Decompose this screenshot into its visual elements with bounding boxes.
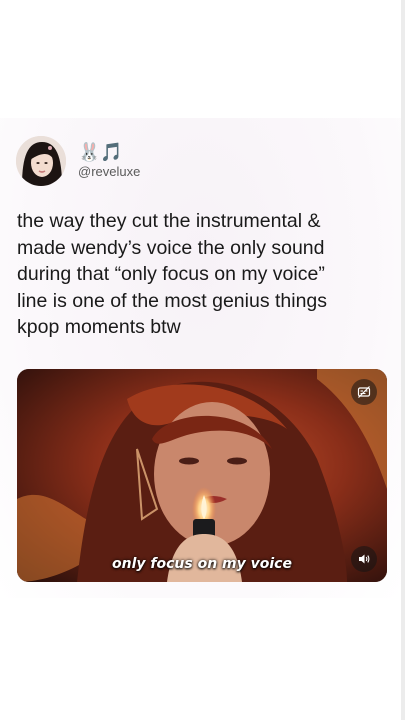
video-subtitle: only focus on my voice xyxy=(112,556,292,572)
sound-toggle-button[interactable] xyxy=(351,546,377,572)
tweet-text: the way they cut the instrumental & made… xyxy=(17,210,328,338)
speaker-icon xyxy=(359,554,370,564)
user-handle[interactable]: @reveluxe xyxy=(78,164,140,180)
tweet-video[interactable]: only focus on my voice xyxy=(17,369,387,582)
page-edge xyxy=(401,0,405,720)
avatar[interactable] xyxy=(16,136,66,186)
display-name: 🐰🎵 xyxy=(78,142,123,162)
captions-toggle-button[interactable] xyxy=(351,379,377,405)
video-frame xyxy=(17,369,387,582)
tweet-header: 🐰🎵 @reveluxe xyxy=(16,136,376,188)
captions-off-icon xyxy=(357,386,371,398)
